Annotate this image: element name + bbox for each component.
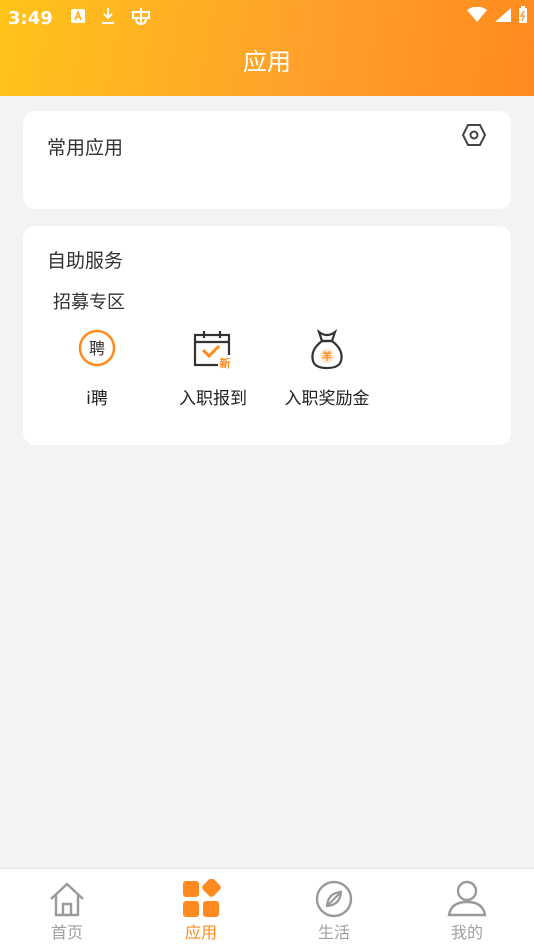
app-label: 入职奖励金 [284,389,370,409]
tab-home[interactable]: 首页 [0,869,134,943]
app-header: 3:49 应用 [0,0,534,96]
page-title: 应用 [243,48,291,76]
tab-label: 生活 [317,923,350,942]
battery-icon [518,6,528,28]
app-label: i聘 [86,389,108,409]
pin-badge-text: 聘 [89,339,105,358]
calendar-check-icon: 新 [191,328,235,372]
tab-label: 首页 [50,923,83,942]
common-apps-title: 常用应用 [47,137,124,159]
settings-icon[interactable] [461,122,487,148]
signal-icon [494,7,512,27]
app-i-pin[interactable]: 聘 i聘 [37,328,157,409]
status-right [466,6,528,28]
status-time: 3:49 [8,8,53,29]
app-onboarding-checkin[interactable]: 新 入职报到 [153,328,273,409]
apps-grid-icon [181,878,221,919]
status-icons [70,6,152,32]
calendar-badge-text: 新 [220,356,231,370]
tab-label: 我的 [450,923,483,942]
bottom-tab-bar: 首页 应用 生活 我的 [0,868,534,952]
download-icon [100,7,116,31]
tab-label: 应用 [184,923,217,942]
notification-a-icon [70,8,86,30]
app-onboarding-bonus[interactable]: 羊 入职奖励金 [267,328,387,409]
common-apps-card: 常用应用 [23,111,511,209]
compass-icon [314,879,354,919]
tab-life[interactable]: 生活 [267,869,401,943]
home-icon [47,879,87,919]
wifi-icon [466,6,488,27]
profile-icon [447,879,487,919]
self-service-title: 自助服务 [47,250,124,272]
bug-icon [130,6,152,32]
money-bag-icon: 羊 [305,328,349,372]
money-bag-badge-text: 羊 [322,350,332,363]
tab-apps[interactable]: 应用 [134,869,268,943]
pin-badge-icon: 聘 [75,328,119,372]
app-label: 入职报到 [179,389,247,409]
recruitment-section-title: 招募专区 [53,292,125,313]
tab-mine[interactable]: 我的 [400,869,534,943]
self-service-card: 自助服务 招募专区 聘 i聘 新 入职报到 羊 入职奖励金 [23,226,511,445]
